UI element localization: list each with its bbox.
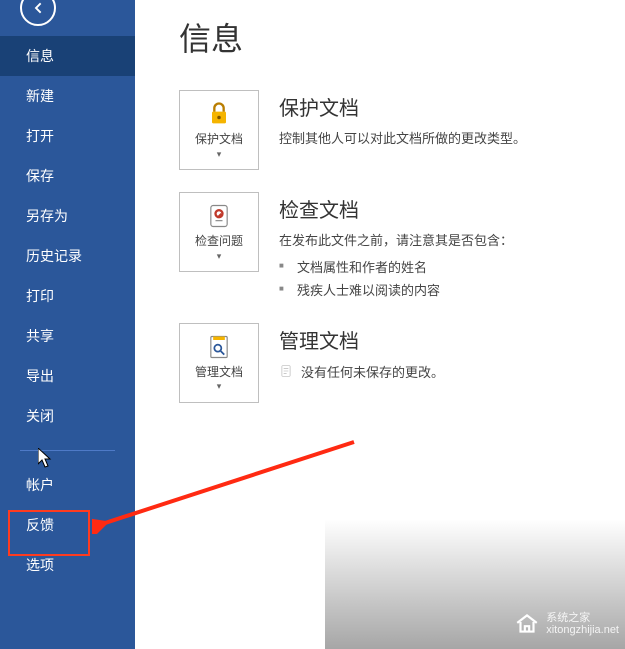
list-item: 残疾人士难以阅读的内容 [279, 278, 625, 301]
inspect-tile-label: 检查问题 [195, 234, 243, 248]
inspect-section-title: 检查文档 [279, 194, 625, 223]
protect-section-desc: 控制其他人可以对此文档所做的更改类型。 [279, 129, 625, 149]
manage-tile-label: 管理文档 [195, 365, 243, 379]
sidebar-item-account[interactable]: 帐户 [0, 465, 135, 505]
dropdown-icon: ▾ [217, 251, 222, 262]
dropdown-icon: ▾ [217, 381, 222, 392]
sidebar-item-label: 帐户 [26, 477, 54, 493]
sidebar-item-share[interactable]: 共享 [0, 316, 135, 356]
sidebar-item-label: 关闭 [26, 408, 54, 424]
protect-tile-label: 保护文档 [195, 132, 243, 146]
sidebar-separator [20, 450, 115, 451]
sidebar-item-open[interactable]: 打开 [0, 116, 135, 156]
sidebar-item-save[interactable]: 保存 [0, 156, 135, 196]
manage-document-tile[interactable]: 管理文档 ▾ [179, 323, 259, 403]
inspect-icon [205, 202, 233, 230]
protect-document-tile[interactable]: 保护文档 ▾ [179, 90, 259, 170]
page-title: 信息 [179, 14, 625, 60]
sidebar-item-label: 保存 [26, 168, 54, 184]
sidebar-item-label: 导出 [26, 368, 54, 384]
sidebar-item-label: 打印 [26, 288, 54, 304]
sidebar-item-label: 另存为 [26, 208, 68, 224]
dropdown-icon: ▾ [217, 149, 222, 160]
list-item: 文档属性和作者的姓名 [279, 255, 625, 278]
sidebar-item-saveas[interactable]: 另存为 [0, 196, 135, 236]
sidebar-item-label: 信息 [26, 48, 54, 64]
sidebar-item-feedback[interactable]: 反馈 [0, 505, 135, 545]
manage-section-line: 没有任何未保存的更改。 [301, 362, 444, 381]
manage-section-title: 管理文档 [279, 325, 625, 354]
inspect-section-desc: 在发布此文件之前，请注意其是否包含： [279, 231, 625, 251]
protect-section-title: 保护文档 [279, 92, 625, 121]
sidebar-item-close[interactable]: 关闭 [0, 396, 135, 436]
document-icon [279, 364, 293, 378]
sidebar-item-options[interactable]: 选项 [0, 545, 135, 585]
sidebar-item-label: 共享 [26, 328, 54, 344]
sidebar-item-label: 选项 [26, 557, 54, 573]
sidebar-item-export[interactable]: 导出 [0, 356, 135, 396]
sidebar-item-label: 反馈 [26, 517, 54, 533]
sidebar-item-print[interactable]: 打印 [0, 276, 135, 316]
sidebar-item-label: 新建 [26, 88, 54, 104]
document-search-icon [205, 333, 233, 361]
sidebar-item-label: 历史记录 [26, 248, 82, 264]
back-arrow-icon [30, 0, 46, 16]
sidebar-item-info[interactable]: 信息 [0, 36, 135, 76]
back-button[interactable] [20, 0, 56, 26]
inspect-document-tile[interactable]: 检查问题 ▾ [179, 192, 259, 272]
sidebar-item-label: 打开 [26, 128, 54, 144]
sidebar-item-history[interactable]: 历史记录 [0, 236, 135, 276]
lock-icon [205, 100, 233, 128]
sidebar-item-new[interactable]: 新建 [0, 76, 135, 116]
